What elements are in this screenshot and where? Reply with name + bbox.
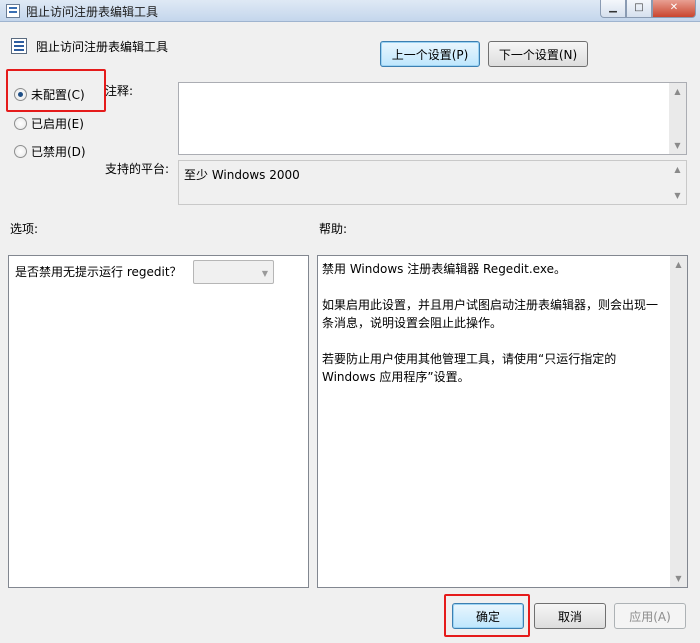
comment-label: 注释: — [105, 84, 134, 98]
help-paragraph: 禁用 Windows 注册表编辑器 Regedit.exe。 — [322, 262, 566, 276]
scroll-down-icon[interactable]: ▼ — [670, 570, 687, 587]
chevron-down-icon[interactable]: ▼ — [262, 269, 268, 278]
supported-platform-field: 至少 Windows 2000 ▲ ▼ — [178, 160, 687, 205]
radio-label: 已禁用(D) — [31, 145, 86, 159]
minimize-button[interactable]: ▁ — [600, 0, 626, 18]
scroll-up-icon[interactable]: ▲ — [670, 256, 687, 273]
help-text: 禁用 Windows 注册表编辑器 Regedit.exe。 如果启用此设置，并… — [322, 260, 665, 386]
maximize-button[interactable]: □ — [626, 0, 652, 18]
cancel-button[interactable]: 取消 — [534, 603, 606, 629]
close-button[interactable]: ✕ — [652, 0, 696, 18]
help-label: 帮助: — [319, 222, 348, 236]
help-paragraph: 若要防止用户使用其他管理工具，请使用“只运行指定的 Windows 应用程序”设… — [322, 352, 617, 384]
policy-dialog: 阻止访问注册表编辑工具 ▁ □ ✕ 阻止访问注册表编辑工具 上一个设置(P) 下… — [0, 0, 700, 643]
policy-name: 阻止访问注册表编辑工具 — [36, 40, 169, 54]
option-disable-regedit-dropdown[interactable]: ▼ — [193, 260, 274, 284]
help-paragraph: 如果启用此设置，并且用户试图启动注册表编辑器，则会出现一条消息，说明设置会阻止此… — [322, 298, 659, 330]
radio-disabled[interactable]: 已禁用(D) — [14, 143, 86, 160]
scroll-up-icon[interactable]: ▲ — [669, 161, 686, 178]
options-panel: 是否禁用无提示运行 regedit？ ▼ — [8, 255, 309, 588]
title-bar[interactable]: 阻止访问注册表编辑工具 ▁ □ ✕ — [0, 0, 700, 22]
ok-button[interactable]: 确定 — [452, 603, 524, 629]
radio-indicator[interactable] — [14, 145, 27, 158]
radio-not-configured[interactable]: 未配置(C) — [14, 86, 85, 103]
radio-label: 未配置(C) — [31, 88, 85, 102]
window-controls: ▁ □ ✕ — [600, 0, 696, 18]
next-setting-button[interactable]: 下一个设置(N) — [488, 41, 588, 67]
option-disable-regedit-label: 是否禁用无提示运行 regedit？ — [15, 265, 182, 279]
policy-icon — [6, 4, 20, 18]
radio-enabled[interactable]: 已启用(E) — [14, 115, 84, 132]
platform-scrollbar[interactable]: ▲ ▼ — [669, 161, 686, 204]
comment-textarea[interactable]: ▲ ▼ — [178, 82, 687, 155]
supported-platform-label: 支持的平台: — [105, 162, 170, 176]
scroll-up-icon[interactable]: ▲ — [669, 83, 686, 100]
radio-indicator-selected[interactable] — [14, 88, 27, 101]
supported-platform-value: 至少 Windows 2000 — [184, 168, 300, 182]
window-title: 阻止访问注册表编辑工具 — [26, 5, 159, 19]
apply-button[interactable]: 应用(A) — [614, 603, 686, 629]
previous-setting-button[interactable]: 上一个设置(P) — [380, 41, 480, 67]
radio-indicator[interactable] — [14, 117, 27, 130]
options-label: 选项: — [10, 222, 39, 236]
comment-scrollbar[interactable]: ▲ ▼ — [669, 83, 686, 154]
help-scrollbar[interactable]: ▲ ▼ — [670, 256, 687, 587]
radio-label: 已启用(E) — [31, 117, 84, 131]
policy-icon — [11, 38, 27, 54]
help-panel: 禁用 Windows 注册表编辑器 Regedit.exe。 如果启用此设置，并… — [317, 255, 688, 588]
scroll-down-icon[interactable]: ▼ — [669, 137, 686, 154]
scroll-down-icon[interactable]: ▼ — [669, 187, 686, 204]
